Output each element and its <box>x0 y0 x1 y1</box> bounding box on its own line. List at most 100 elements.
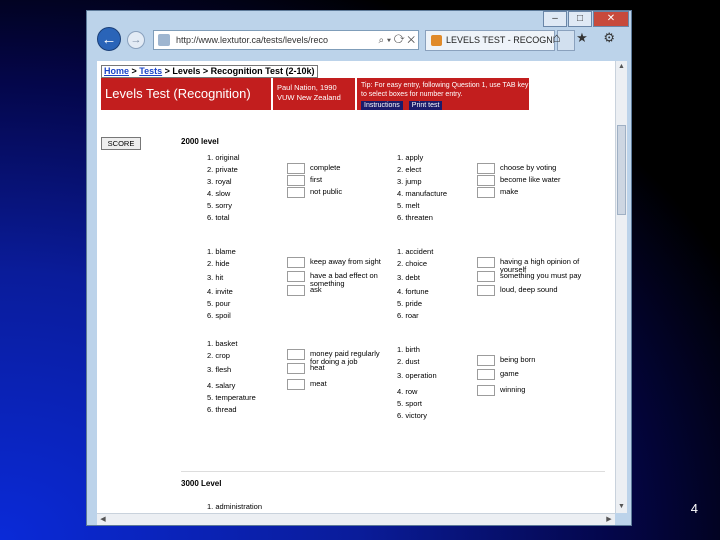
page-content: Home > Tests > Levels > Recognition Test… <box>97 61 615 513</box>
forward-button[interactable]: → <box>127 31 145 49</box>
left-test-word: 6. total <box>207 213 230 222</box>
right-test-word: 6. threaten <box>397 213 433 222</box>
breadcrumb-separator: > <box>129 66 140 76</box>
left-test-word: 5. temperature <box>207 393 256 402</box>
answer-number-input[interactable] <box>477 187 495 198</box>
left-test-word: 2. crop <box>207 351 230 360</box>
left-test-word: 6. thread <box>207 405 237 414</box>
vertical-scrollbar[interactable]: ▲ ▼ <box>615 61 627 513</box>
answer-number-input[interactable] <box>287 363 305 374</box>
left-test-word: 3. royal <box>207 177 232 186</box>
left-definition: first <box>310 175 323 184</box>
right-definition: loud, deep sound <box>500 285 558 294</box>
tip-text: Tip: For easy entry, following Question … <box>361 82 529 98</box>
back-button[interactable]: ← <box>97 27 121 51</box>
horizontal-scrollbar[interactable]: ◀ ▶ <box>97 513 615 525</box>
left-test-word: 2. hide <box>207 259 230 268</box>
right-definition: choose by voting <box>500 163 557 172</box>
left-test-word: 1. original <box>207 153 240 162</box>
scroll-up-icon[interactable]: ▲ <box>616 61 627 73</box>
vertical-scroll-thumb[interactable] <box>617 125 626 215</box>
left-test-word: 3. hit <box>207 273 224 282</box>
left-definition: meat <box>310 379 327 388</box>
page-icon <box>158 34 170 46</box>
right-test-word: 4. fortune <box>397 287 429 296</box>
maximize-button[interactable]: □ <box>568 11 592 27</box>
toolbar-icons[interactable]: ⌂ ★ ⚙ <box>553 30 621 46</box>
answer-number-input[interactable] <box>287 349 305 360</box>
address-tools-icons[interactable]: ⌕ ▾ ⟳ ✕ <box>379 32 415 49</box>
left-test-word: 4. slow <box>207 189 231 198</box>
right-definition: being born <box>500 355 536 364</box>
right-test-word: 2. dust <box>397 357 420 366</box>
window-caption-buttons: – □ ✕ <box>542 11 629 27</box>
answer-number-input[interactable] <box>287 175 305 186</box>
browser-window: – □ ✕ ← → http://www.lextutor.ca/tests/l… <box>86 10 632 526</box>
answer-number-input[interactable] <box>477 271 495 282</box>
author-info: Paul Nation, 1990 VUW New Zealand <box>273 78 355 110</box>
breadcrumb-home-link[interactable]: Home <box>104 66 129 76</box>
author-line-2: VUW New Zealand <box>277 93 341 102</box>
navigation-bar: ← → http://www.lextutor.ca/tests/levels/… <box>91 27 627 53</box>
page-title: Levels Test (Recognition) <box>101 78 271 110</box>
right-test-word: 6. victory <box>397 411 428 420</box>
answer-number-input[interactable] <box>477 285 495 296</box>
right-test-word: 3. debt <box>397 273 420 282</box>
left-test-word: 4. salary <box>207 381 236 390</box>
minimize-button[interactable]: – <box>543 11 567 27</box>
right-definition: game <box>500 369 519 378</box>
level-heading-2000: 2000 level <box>181 137 219 146</box>
address-url: http://www.lextutor.ca/tests/levels/reco <box>176 35 329 45</box>
right-definition: make <box>500 187 519 196</box>
level2-first-word: 1. administration <box>207 502 263 511</box>
left-definition: ask <box>310 285 322 294</box>
right-test-word: 1. accident <box>397 247 434 256</box>
right-test-word: 3. operation <box>397 371 437 380</box>
tab-levels-test[interactable]: LEVELS TEST - RECOGNI... <box>425 30 555 51</box>
left-definition: complete <box>310 163 341 172</box>
left-definition: heat <box>310 363 325 372</box>
left-test-word: 3. flesh <box>207 365 232 374</box>
scroll-down-icon[interactable]: ▼ <box>616 501 627 513</box>
answer-number-input[interactable] <box>287 271 305 282</box>
answer-number-input[interactable] <box>287 163 305 174</box>
right-test-word: 5. pride <box>397 299 423 308</box>
answer-number-input[interactable] <box>287 285 305 296</box>
right-test-word: 5. sport <box>397 399 423 408</box>
score-button[interactable]: SCORE <box>101 137 141 150</box>
breadcrumb-tests-link[interactable]: Tests <box>139 66 162 76</box>
close-button[interactable]: ✕ <box>593 11 629 27</box>
level-heading-3000: 3000 Level <box>181 479 222 488</box>
address-bar[interactable]: http://www.lextutor.ca/tests/levels/reco… <box>153 30 419 50</box>
answer-number-input[interactable] <box>477 355 495 366</box>
right-test-word: 5. melt <box>397 201 420 210</box>
breadcrumb-current: Levels > Recognition Test (2-10k) <box>172 66 315 76</box>
answer-number-input[interactable] <box>287 257 305 268</box>
tab-favicon-icon <box>431 35 442 46</box>
instructions-button[interactable]: Instructions <box>361 101 403 110</box>
breadcrumb: Home > Tests > Levels > Recognition Test… <box>101 65 318 78</box>
answer-number-input[interactable] <box>477 385 495 396</box>
print-test-button[interactable]: Print test <box>408 101 443 110</box>
right-test-word: 6. roar <box>397 311 419 320</box>
right-definition: something you must pay <box>500 271 582 280</box>
section-divider <box>181 471 605 472</box>
right-test-word: 2. elect <box>397 165 422 174</box>
right-definition: become like water <box>500 175 561 184</box>
answer-number-input[interactable] <box>477 257 495 268</box>
left-test-word: 5. pour <box>207 299 231 308</box>
slide-number: 4 <box>690 501 698 516</box>
right-test-word: 4. manufacture <box>397 189 448 198</box>
right-test-word: 3. jump <box>397 177 422 186</box>
left-test-word: 1. basket <box>207 339 238 348</box>
right-test-word: 1. apply <box>397 153 424 162</box>
answer-number-input[interactable] <box>477 175 495 186</box>
scroll-right-icon[interactable]: ▶ <box>603 514 615 525</box>
left-test-word: 1. blame <box>207 247 236 256</box>
answer-number-input[interactable] <box>477 163 495 174</box>
answer-number-input[interactable] <box>477 369 495 380</box>
answer-number-input[interactable] <box>287 187 305 198</box>
answer-number-input[interactable] <box>287 379 305 390</box>
scroll-left-icon[interactable]: ◀ <box>97 514 109 525</box>
left-test-word: 2. private <box>207 165 238 174</box>
